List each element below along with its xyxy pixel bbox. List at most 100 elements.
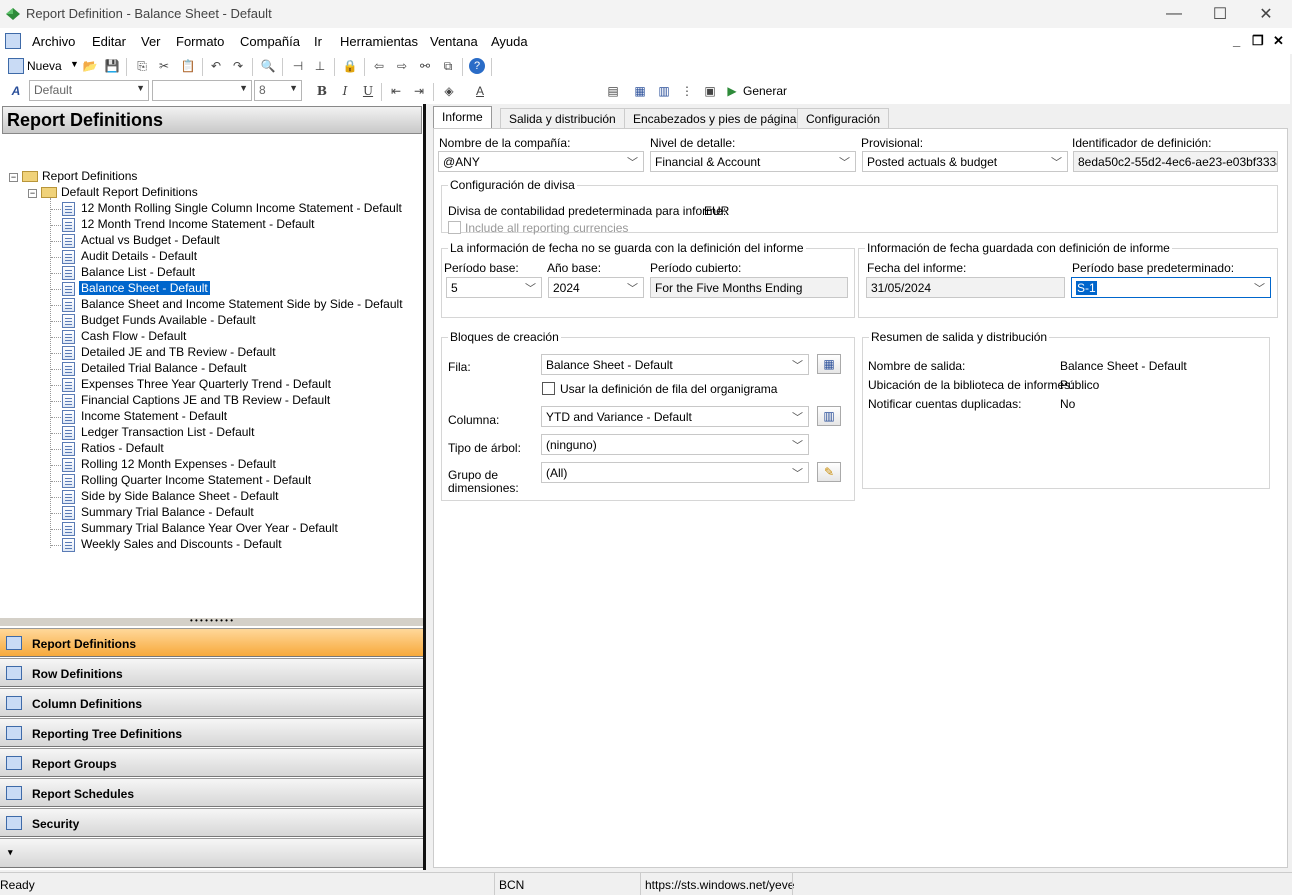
definition-id-field[interactable]: 8eda50c2-55d2-4ec6-ae23-e03bf333ad1	[1073, 151, 1278, 172]
column-definition-icon[interactable]: ▥	[817, 406, 841, 426]
menu-ayuda[interactable]: Ayuda	[491, 34, 528, 49]
view-icon-2[interactable]: ▣	[702, 83, 718, 99]
link-icon[interactable]: ⚯	[417, 58, 433, 74]
more-nav-button[interactable]: ▾	[0, 838, 423, 868]
tab-configuracion[interactable]: Configuración	[797, 108, 890, 128]
tree-folder[interactable]: Default Report Definitions	[41, 185, 198, 201]
nav-reporting-tree[interactable]: Reporting Tree Definitions	[0, 718, 423, 747]
base-year-select[interactable]: 2024 ﹀	[548, 277, 644, 298]
tree-item[interactable]: Ledger Transaction List - Default	[62, 425, 254, 441]
tree-item[interactable]: Actual vs Budget - Default	[62, 233, 220, 249]
open-icon[interactable]: 📂	[82, 58, 98, 74]
base-period-select[interactable]: 5 ﹀	[446, 277, 542, 298]
tree-item[interactable]: Balance List - Default	[62, 265, 195, 281]
splitter-handle[interactable]: • • • • • • • • •	[0, 617, 423, 626]
row-definition-icon[interactable]: ▦	[817, 354, 841, 374]
increase-indent-icon[interactable]: ⇥	[411, 83, 427, 99]
menu-ver[interactable]: Ver	[141, 34, 161, 49]
tree-def-icon[interactable]: ⋮	[679, 83, 695, 99]
generate-button[interactable]: Generar	[743, 84, 787, 98]
menu-archivo[interactable]: Archivo	[32, 34, 75, 49]
view-icon-1[interactable]: ▤	[605, 83, 621, 99]
insert-row-icon[interactable]: ⊣	[290, 58, 306, 74]
company-select[interactable]: @ANY ﹀	[438, 151, 644, 172]
underline-icon[interactable]: U	[360, 83, 376, 99]
report-date-field[interactable]: 31/05/2024	[866, 277, 1065, 298]
menu-compania[interactable]: Compañía	[240, 34, 300, 49]
tree-item[interactable]: Audit Details - Default	[62, 249, 197, 265]
row-def-icon[interactable]: ▦	[632, 83, 648, 99]
bold-icon[interactable]: B	[314, 83, 330, 99]
tree-item[interactable]: 12 Month Rolling Single Column Income St…	[62, 201, 402, 217]
tree-item[interactable]: Rolling 12 Month Expenses - Default	[62, 457, 276, 473]
tree-type-select[interactable]: (ninguno) ﹀	[541, 434, 809, 455]
find-icon[interactable]: 🔍	[260, 58, 276, 74]
help-icon[interactable]: ?	[469, 58, 485, 74]
nav-column-definitions[interactable]: Column Definitions	[0, 688, 423, 717]
menu-formato[interactable]: Formato	[176, 34, 224, 49]
tree-item[interactable]: Cash Flow - Default	[62, 329, 186, 345]
nav-report-groups[interactable]: Report Groups	[0, 748, 423, 777]
tree-item[interactable]: Balance Sheet - Default	[62, 280, 211, 297]
font-style-icon[interactable]: A	[8, 83, 24, 99]
tab-salida[interactable]: Salida y distribución	[500, 108, 625, 128]
tree-item[interactable]: Balance Sheet and Income Statement Side …	[62, 297, 403, 313]
tree-item[interactable]: Summary Trial Balance Year Over Year - D…	[62, 521, 338, 537]
copy-icon[interactable]: ⎘	[134, 58, 150, 74]
nav-report-schedules[interactable]: Report Schedules	[0, 778, 423, 807]
tree-item[interactable]: Detailed JE and TB Review - Default	[62, 345, 276, 361]
close-button[interactable]: ✕	[1243, 0, 1289, 28]
mdi-minimize-icon[interactable]: _	[1233, 33, 1240, 48]
covered-period-field[interactable]: For the Five Months Ending	[650, 277, 848, 298]
tree-item[interactable]: Detailed Trial Balance - Default	[62, 361, 246, 377]
new-button[interactable]: Nueva	[27, 59, 62, 73]
italic-icon[interactable]: I	[337, 83, 353, 99]
tree-item[interactable]: Summary Trial Balance - Default	[62, 505, 254, 521]
redo-icon[interactable]: ↷	[230, 58, 246, 74]
column-def-icon[interactable]: ▥	[656, 83, 672, 99]
provisional-select[interactable]: Posted actuals & budget ﹀	[862, 151, 1068, 172]
mdi-restore-icon[interactable]: ❐	[1252, 33, 1264, 49]
org-chart-checkbox[interactable]	[542, 382, 555, 395]
style-select[interactable]: Default ▼	[29, 80, 149, 101]
tree-item[interactable]: Financial Captions JE and TB Review - De…	[62, 393, 330, 409]
undo-icon[interactable]: ↶	[208, 58, 224, 74]
menu-ir[interactable]: Ir	[314, 34, 322, 49]
tree-item[interactable]: Ratios - Default	[62, 441, 164, 457]
font-select[interactable]: ▼	[152, 80, 252, 101]
new-dropdown-icon[interactable]: ▼	[70, 59, 79, 69]
tree-item[interactable]: 12 Month Trend Income Statement - Defaul…	[62, 217, 314, 233]
minimize-button[interactable]: —	[1151, 0, 1197, 28]
detail-select[interactable]: Financial & Account ﹀	[650, 151, 856, 172]
include-currencies-checkbox[interactable]	[448, 221, 461, 234]
menu-herramientas[interactable]: Herramientas	[340, 34, 418, 49]
tree-item[interactable]: Rolling Quarter Income Statement - Defau…	[62, 473, 311, 489]
tab-encabezados[interactable]: Encabezados y pies de página	[624, 108, 806, 128]
new-icon[interactable]	[8, 58, 24, 74]
font-size-select[interactable]: 8 ▼	[254, 80, 302, 101]
decrease-indent-icon[interactable]: ⇤	[388, 83, 404, 99]
collapse-icon[interactable]: −	[9, 173, 18, 182]
tree-root[interactable]: Report Definitions	[22, 169, 137, 185]
paste-icon[interactable]: 📋	[180, 58, 196, 74]
collapse-icon[interactable]: −	[28, 189, 37, 198]
lock-icon[interactable]: 🔒	[342, 58, 358, 74]
menu-ventana[interactable]: Ventana	[430, 34, 478, 49]
nav-row-definitions[interactable]: Row Definitions	[0, 658, 423, 687]
edit-pencil-icon[interactable]: ✎	[817, 462, 841, 482]
tree-item[interactable]: Income Statement - Default	[62, 409, 227, 425]
dimension-group-select[interactable]: (All) ﹀	[541, 462, 809, 483]
tree-item[interactable]: Weekly Sales and Discounts - Default	[62, 537, 282, 553]
forward-icon[interactable]: ⇨	[394, 58, 410, 74]
column-definition-select[interactable]: YTD and Variance - Default ﹀	[541, 406, 809, 427]
cut-icon[interactable]: ✂	[156, 58, 172, 74]
tree-icon[interactable]: ⊥	[312, 58, 328, 74]
nav-report-definitions[interactable]: Report Definitions	[0, 628, 423, 657]
maximize-button[interactable]: ☐	[1197, 0, 1243, 28]
font-color-icon[interactable]: A	[472, 83, 488, 99]
default-period-select[interactable]: S-1 ﹀	[1071, 277, 1271, 298]
hierarchy-icon[interactable]: ⧉	[440, 58, 456, 74]
tab-informe[interactable]: Informe	[433, 106, 492, 130]
nav-security[interactable]: Security	[0, 808, 423, 837]
save-icon[interactable]: 💾	[104, 58, 120, 74]
